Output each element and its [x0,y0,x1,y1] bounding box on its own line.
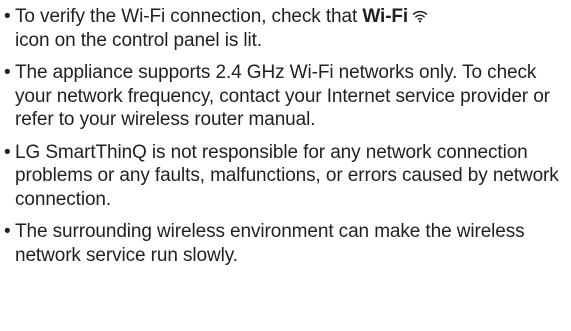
document-page: • To verify the Wi-Fi connection, check … [0,0,571,331]
note-text-part: icon on the control panel is lit. [15,29,263,51]
bullet: • [4,141,11,163]
notes-list: • To verify the Wi-Fi connection, check … [4,5,565,267]
note-item-responsibility: • LG SmartThinQ is not responsible for a… [4,141,565,212]
note-item-wifi-verify: • To verify the Wi-Fi connection, check … [4,5,565,52]
note-item-environment: • The surrounding wireless environment c… [4,220,565,267]
note-text: The surrounding wireless environment can… [15,221,525,266]
wifi-label: Wi-Fi [362,6,409,27]
note-text: LG SmartThinQ is not responsible for any… [15,141,559,210]
wifi-icon [412,6,428,23]
bullet: • [4,6,11,27]
note-text-part: To verify the Wi-Fi connection, check th… [15,6,363,27]
note-text: The appliance supports 2.4 GHz Wi-Fi net… [15,62,550,130]
note-item-frequency: • The appliance supports 2.4 GHz Wi-Fi n… [4,61,565,132]
bullet: • [4,62,11,83]
bullet: • [4,221,11,242]
